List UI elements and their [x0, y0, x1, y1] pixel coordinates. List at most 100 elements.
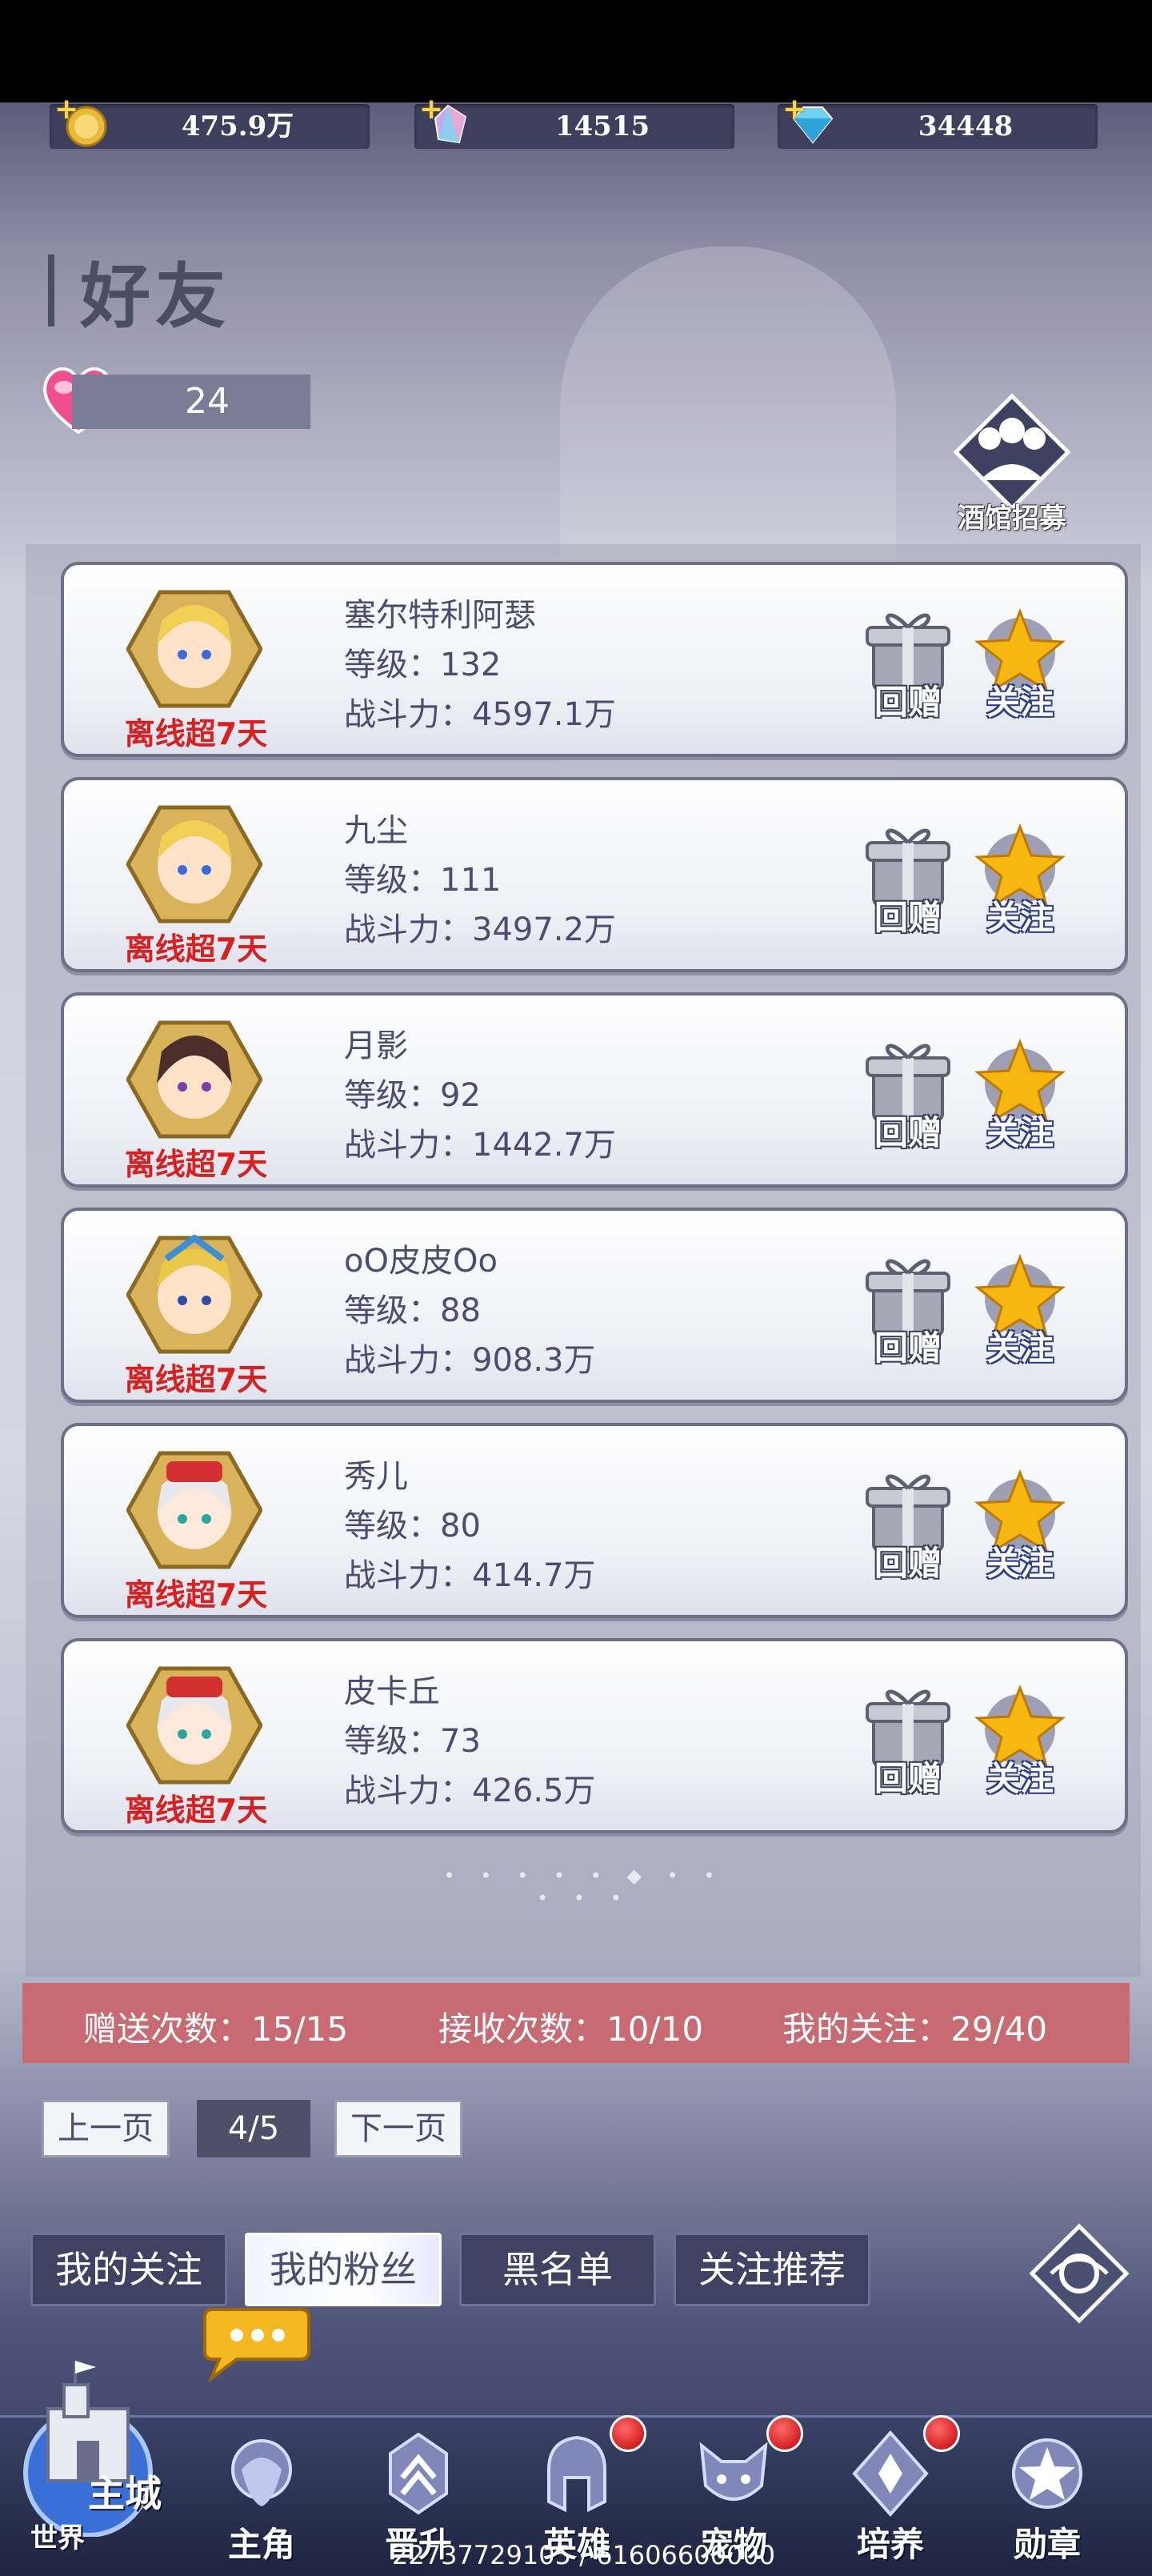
gold-resource[interactable]: + 475.9万	[50, 93, 370, 149]
add-gem-icon[interactable]: +	[419, 93, 443, 126]
avatar[interactable]	[126, 1020, 262, 1140]
avatar[interactable]	[126, 1450, 262, 1570]
tab-my-following[interactable]: 我的关注	[30, 2233, 227, 2306]
follow-button[interactable]: 关注	[968, 1466, 1072, 1586]
friend-power: 战斗力：3497.2万	[344, 911, 616, 948]
following-count: 我的关注：29/40	[782, 2009, 1048, 2049]
avatar[interactable]	[126, 1665, 262, 1785]
protagonist-icon	[231, 2439, 292, 2506]
follow-label: 关注	[986, 1328, 1054, 1368]
title-accent	[48, 254, 54, 327]
add-diamond-icon[interactable]: +	[782, 93, 806, 126]
friend-level: 等级：73	[344, 1723, 481, 1760]
offline-status: 离线超7天	[124, 1577, 268, 1613]
offline-status: 离线超7天	[124, 1793, 268, 1828]
friend-level: 等级：111	[344, 862, 502, 899]
add-gold-icon[interactable]: +	[54, 93, 78, 126]
world-label: 世界	[30, 2522, 85, 2554]
friend-level: 等级：88	[344, 1292, 481, 1329]
home-city-button[interactable]: 主城 世界	[8, 2353, 176, 2569]
friend-card[interactable]: 离线超7天 秀儿 等级：80 战斗力：414.7万 回赠 关注	[61, 1423, 1128, 1618]
friend-card[interactable]: 离线超7天 皮卡丘 等级：73 战斗力：426.5万 回赠 关注	[61, 1638, 1128, 1833]
gift-label: 回赠	[874, 1113, 942, 1152]
gift-label: 回赠	[874, 1544, 942, 1583]
follow-button[interactable]: 关注	[968, 605, 1072, 725]
follow-label: 关注	[986, 683, 1054, 722]
friend-power: 战斗力：4597.1万	[344, 696, 616, 733]
gift-label: 回赠	[874, 683, 942, 722]
nav-item-train[interactable]: 培养	[814, 2415, 966, 2574]
train-notification-dot	[923, 2415, 960, 2452]
avatar[interactable]	[126, 804, 262, 924]
follow-label: 关注	[986, 1113, 1054, 1152]
train-icon	[852, 2430, 929, 2518]
friend-name: oO皮皮Oo	[344, 1243, 498, 1280]
sent-count: 赠送次数：15/15	[83, 2009, 349, 2049]
return-gift-button[interactable]: 回赠	[856, 820, 960, 940]
nav-label: 主角	[227, 2525, 295, 2564]
offline-status: 离线超7天	[124, 931, 268, 967]
nav-label: 勋章	[1013, 2525, 1081, 2564]
gift-label: 回赠	[874, 898, 942, 937]
follow-label: 关注	[986, 1544, 1054, 1583]
received-count: 接收次数：10/10	[438, 2009, 704, 2049]
tavern-recruit-button[interactable]: 酒馆招募	[948, 392, 1076, 536]
friend-level: 等级：92	[344, 1077, 481, 1114]
friend-power: 战斗力：908.3万	[344, 1342, 596, 1379]
friend-level: 等级：80	[344, 1508, 481, 1544]
offline-status: 离线超7天	[124, 1147, 268, 1182]
debug-counter: 22737729105 / 61606600000	[392, 2540, 776, 2570]
home-label: 主城	[88, 2472, 162, 2515]
helmet-icon	[547, 2435, 606, 2513]
return-gift-button[interactable]: 回赠	[856, 1036, 960, 1156]
friend-name: 秀儿	[344, 1458, 408, 1495]
return-gift-button[interactable]: 回赠	[856, 1251, 960, 1371]
follow-button[interactable]: 关注	[968, 1251, 1072, 1371]
nav-item-protagonist[interactable]: 主角	[186, 2415, 338, 2574]
follow-button[interactable]: 关注	[968, 820, 1072, 940]
pet-icon	[699, 2442, 768, 2501]
avatar[interactable]	[126, 1235, 262, 1355]
recruit-icon	[953, 393, 1071, 511]
friend-card[interactable]: 离线超7天 塞尔特利阿瑟 等级：132 战斗力：4597.1万 回赠 关注	[61, 562, 1128, 757]
offline-status: 离线超7天	[124, 716, 268, 751]
diamond-value: 34448	[918, 110, 1014, 142]
medal-icon	[1012, 2438, 1082, 2509]
friend-name: 九尘	[344, 812, 408, 849]
recruit-label: 酒馆招募	[958, 503, 1066, 535]
prev-page-button[interactable]: 上一页	[42, 2100, 170, 2157]
nav-item-medals[interactable]: 勋章	[971, 2415, 1123, 2574]
stats-bar: 赠送次数：15/15 接收次数：10/10 我的关注：29/40	[22, 1983, 1130, 2063]
friend-name: 月影	[344, 1028, 408, 1064]
friend-name: 塞尔特利阿瑟	[344, 597, 536, 634]
tab-my-fans[interactable]: 我的粉丝	[245, 2233, 442, 2306]
offline-status: 离线超7天	[124, 1362, 268, 1397]
chat-bubble-icon[interactable]	[197, 2302, 314, 2382]
nav-label: 培养	[856, 2525, 924, 2564]
return-gift-button[interactable]: 回赠	[856, 1681, 960, 1801]
friend-card[interactable]: 离线超7天 月影 等级：92 战斗力：1442.7万 回赠 关注	[61, 992, 1128, 1188]
return-gift-button[interactable]: 回赠	[856, 605, 960, 725]
heart-count: 24	[72, 375, 310, 429]
compass-menu-icon[interactable]	[1027, 2221, 1131, 2326]
promote-icon	[389, 2432, 448, 2515]
gift-label: 回赠	[874, 1759, 942, 1798]
avatar[interactable]	[126, 589, 262, 709]
follow-button[interactable]: 关注	[968, 1681, 1072, 1801]
return-gift-button[interactable]: 回赠	[856, 1466, 960, 1586]
friend-card[interactable]: 离线超7天 九尘 等级：111 战斗力：3497.2万 回赠 关注	[61, 777, 1128, 972]
gift-label: 回赠	[874, 1328, 942, 1368]
next-page-button[interactable]: 下一页	[334, 2100, 462, 2157]
friend-card[interactable]: 离线超7天 oO皮皮Oo 等级：88 战斗力：908.3万 回赠 关注	[61, 1208, 1128, 1403]
friend-power: 战斗力：426.5万	[344, 1773, 596, 1809]
gem-value: 14515	[554, 110, 650, 142]
follow-label: 关注	[986, 898, 1054, 937]
gem-resource[interactable]: + 14515	[414, 93, 734, 149]
tab-follow-recommend[interactable]: 关注推荐	[674, 2233, 870, 2306]
follow-button[interactable]: 关注	[968, 1036, 1072, 1156]
tab-blacklist[interactable]: 黑名单	[459, 2233, 656, 2306]
pet-notification-dot	[766, 2415, 803, 2452]
friend-power: 战斗力：1442.7万	[344, 1127, 616, 1164]
friend-name: 皮卡丘	[344, 1673, 440, 1710]
diamond-resource[interactable]: + 34448	[778, 93, 1098, 149]
